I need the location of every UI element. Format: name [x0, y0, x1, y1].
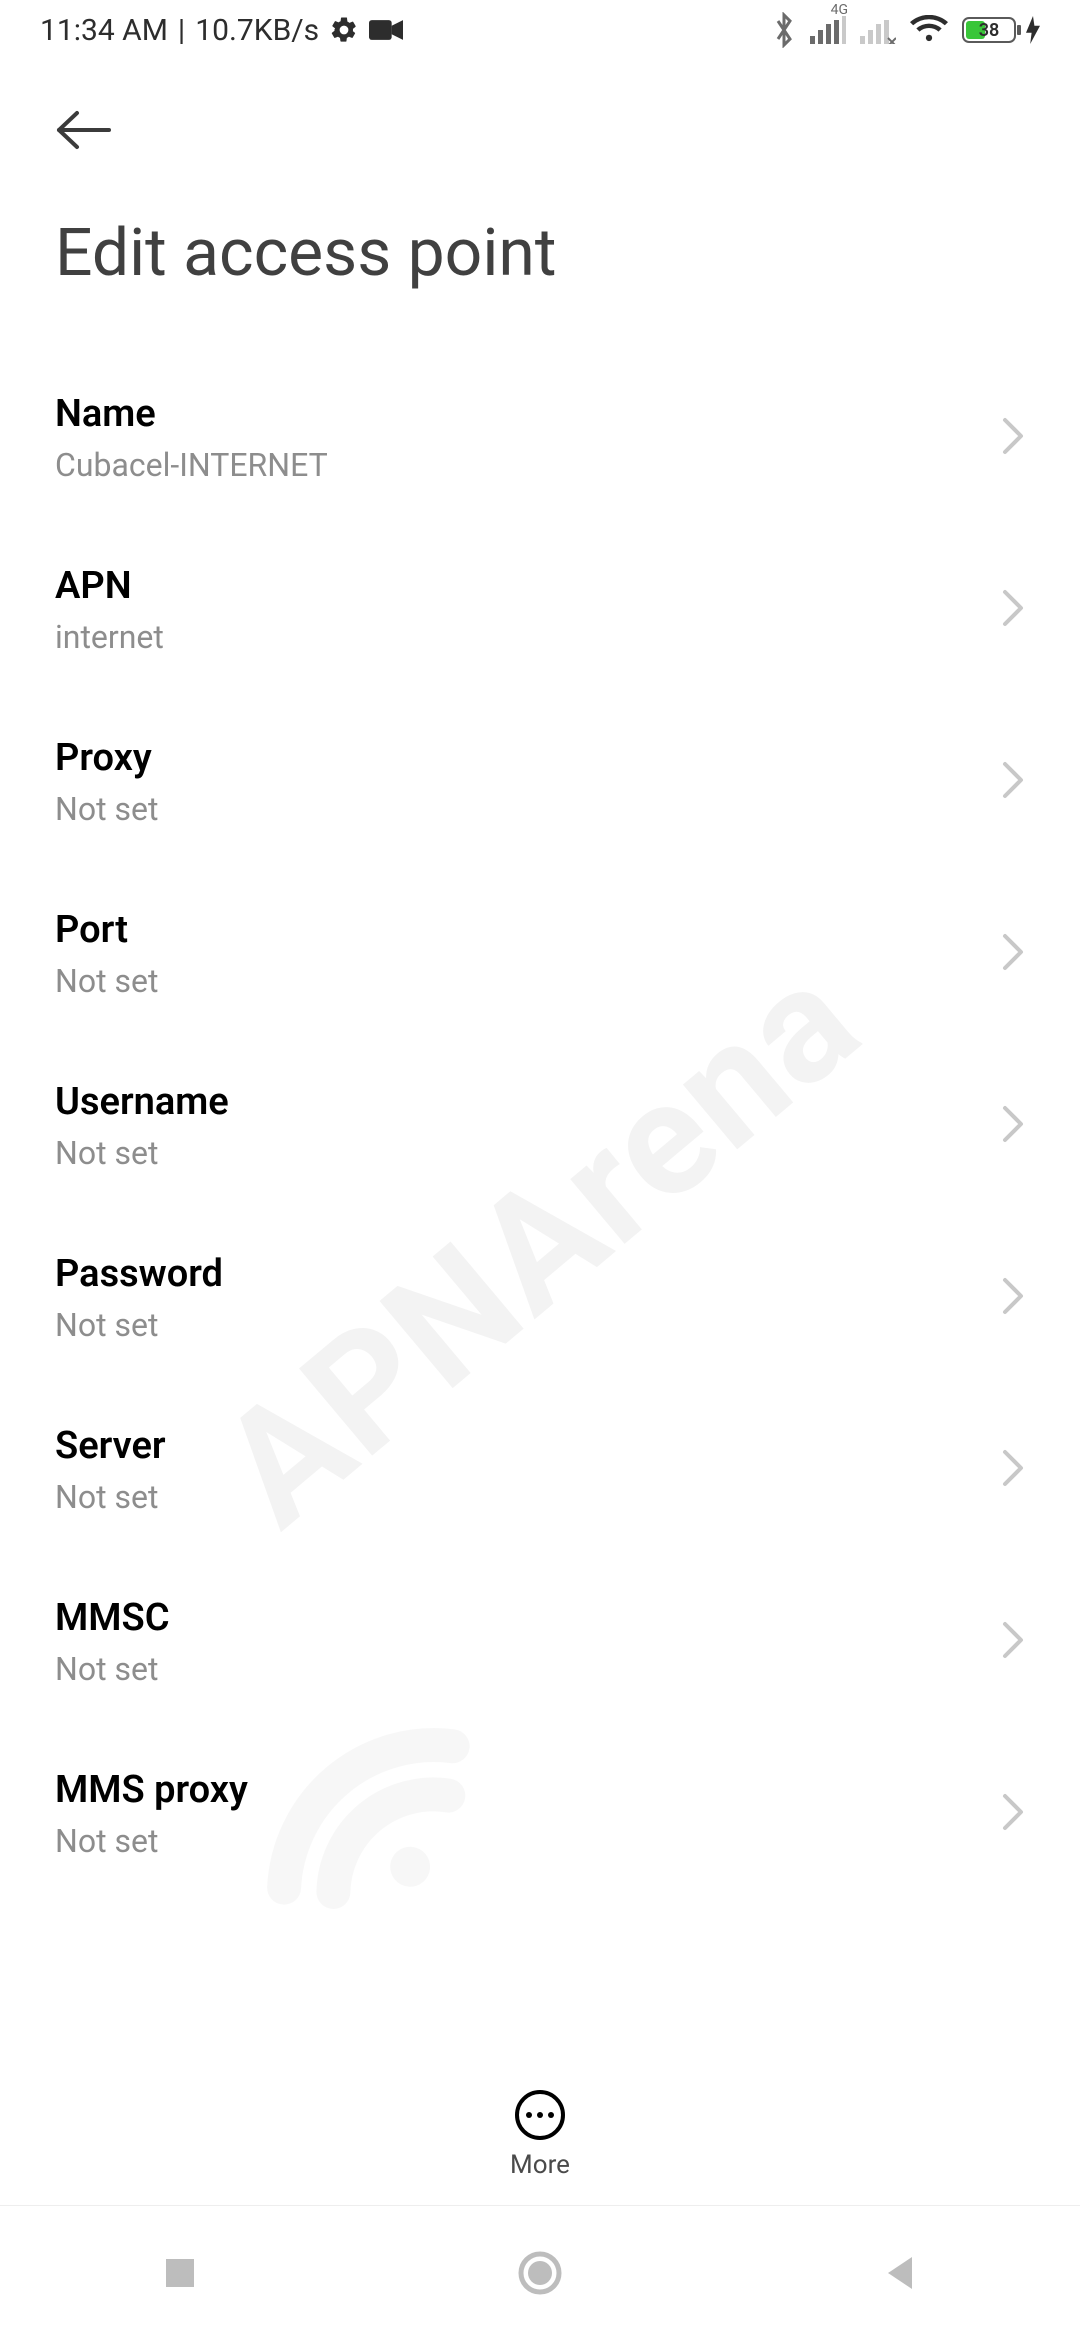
row-proxy[interactable]: Proxy Not set — [0, 696, 1080, 868]
videocam-icon — [369, 17, 403, 43]
nav-home-button[interactable] — [510, 2243, 570, 2303]
circle-icon — [517, 2250, 563, 2296]
chevron-right-icon — [1001, 932, 1025, 976]
chevron-right-icon — [1001, 416, 1025, 460]
more-label: More — [510, 2150, 570, 2180]
row-label: Name — [55, 392, 328, 436]
wifi-icon — [910, 15, 948, 45]
svg-text:38: 38 — [979, 20, 1000, 41]
chevron-right-icon — [1001, 1104, 1025, 1148]
row-label: Proxy — [55, 736, 158, 780]
row-mmsc[interactable]: MMSC Not set — [0, 1556, 1080, 1728]
back-button[interactable] — [55, 100, 115, 160]
arrow-left-icon — [55, 109, 113, 151]
row-label: Username — [55, 1080, 229, 1124]
chevron-right-icon — [1001, 760, 1025, 804]
signal-1-icon: 4G — [810, 16, 846, 44]
row-value: Not set — [55, 1650, 170, 1688]
row-password[interactable]: Password Not set — [0, 1212, 1080, 1384]
navigation-bar — [0, 2205, 1080, 2340]
row-label: MMS proxy — [55, 1768, 248, 1812]
row-label: Server — [55, 1424, 166, 1468]
row-server[interactable]: Server Not set — [0, 1384, 1080, 1556]
chevron-right-icon — [1001, 1448, 1025, 1492]
page-title: Edit access point — [55, 215, 1025, 292]
row-value: Not set — [55, 962, 158, 1000]
chevron-right-icon — [1001, 1620, 1025, 1664]
row-label: Port — [55, 908, 158, 952]
status-bar: 11:34 AM | 10.7KB/s 4G — [0, 0, 1080, 60]
nav-recents-button[interactable] — [150, 2243, 210, 2303]
row-mms-proxy[interactable]: MMS proxy Not set — [0, 1728, 1080, 1900]
row-username[interactable]: Username Not set — [0, 1040, 1080, 1212]
row-label: Password — [55, 1252, 223, 1296]
row-value: Cubacel-INTERNET — [55, 446, 328, 484]
square-icon — [162, 2255, 198, 2291]
status-time: 11:34 AM — [40, 13, 168, 48]
row-port[interactable]: Port Not set — [0, 868, 1080, 1040]
chevron-right-icon — [1001, 588, 1025, 632]
status-net-speed: 10.7KB/s — [195, 13, 319, 48]
more-button[interactable]: More — [510, 2090, 570, 2180]
chevron-right-icon — [1001, 1276, 1025, 1320]
row-name[interactable]: Name Cubacel-INTERNET — [0, 352, 1080, 524]
row-apn[interactable]: APN internet — [0, 524, 1080, 696]
signal-2-icon — [860, 16, 896, 44]
row-value: Not set — [55, 790, 158, 828]
row-label: APN — [55, 564, 164, 608]
row-label: MMSC — [55, 1596, 170, 1640]
triangle-left-icon — [882, 2253, 918, 2293]
bottom-action-bar: More — [0, 2065, 1080, 2205]
chevron-right-icon — [1001, 1792, 1025, 1836]
settings-list: Name Cubacel-INTERNET APN internet Proxy — [0, 312, 1080, 1900]
row-value: Not set — [55, 1306, 223, 1344]
battery-icon: 38 — [962, 15, 1040, 45]
gear-icon — [329, 15, 359, 45]
bluetooth-icon — [772, 12, 796, 48]
row-value: internet — [55, 618, 164, 656]
row-value: Not set — [55, 1822, 248, 1860]
row-value: Not set — [55, 1134, 229, 1172]
more-icon — [515, 2090, 565, 2140]
nav-back-button[interactable] — [870, 2243, 930, 2303]
row-value: Not set — [55, 1478, 166, 1516]
